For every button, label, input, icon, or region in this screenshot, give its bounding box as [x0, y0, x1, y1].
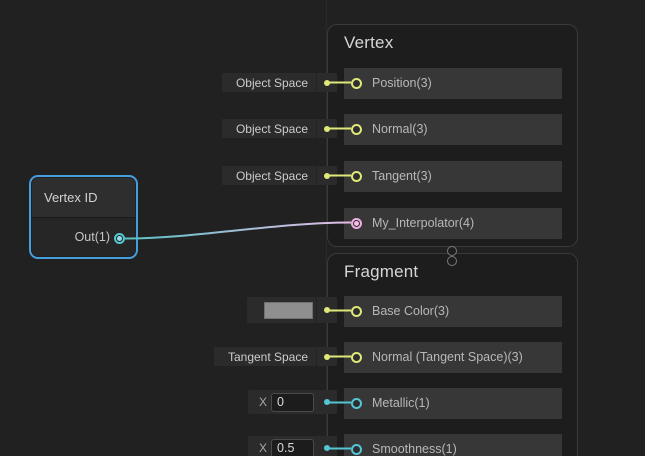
chip-connector	[317, 390, 337, 414]
row-label: Smoothness(1)	[344, 434, 562, 456]
connected-port-dot	[117, 236, 122, 241]
dropdown-label: Object Space	[222, 169, 316, 183]
connector-dot-icon	[324, 80, 330, 86]
base-color-input-port[interactable]	[351, 306, 362, 317]
vertex-row-position[interactable]: Position(3)	[344, 68, 562, 99]
normal-space-dropdown[interactable]: Object Space	[222, 119, 337, 138]
x-component-label: X	[259, 395, 267, 409]
metallic-value-chip: X 0	[248, 390, 337, 414]
connector-dot-icon	[324, 173, 330, 179]
chip-connector	[316, 73, 337, 92]
dropdown-label: Object Space	[222, 76, 316, 90]
connector-dot-icon	[324, 307, 330, 313]
row-label: Tangent(3)	[344, 161, 562, 192]
dropdown-label: Tangent Space	[214, 350, 316, 364]
fragment-row-metallic[interactable]: Metallic(1)	[344, 388, 562, 419]
fragment-context-block[interactable]: Fragment Base Color(3) Normal (Tangent S…	[327, 253, 578, 456]
dropdown-label: Object Space	[222, 122, 316, 136]
node-title: Vertex ID	[44, 190, 97, 205]
vertex-row-tangent[interactable]: Tangent(3)	[344, 161, 562, 192]
row-label: My_Interpolator(4)	[344, 208, 562, 239]
color-swatch[interactable]	[264, 302, 313, 319]
chip-connector	[316, 166, 337, 185]
connector-dot-icon	[324, 354, 330, 360]
vertex-id-node[interactable]: Vertex ID Out(1)	[32, 178, 135, 256]
row-label: Position(3)	[344, 68, 562, 99]
node-titlebar[interactable]: Vertex ID	[32, 178, 135, 218]
smoothness-input-port[interactable]	[351, 444, 362, 455]
tangent-space-dropdown[interactable]: Object Space	[222, 166, 337, 185]
row-label: Normal(3)	[344, 114, 562, 145]
position-input-port[interactable]	[351, 78, 362, 89]
block-divider-handle[interactable]	[447, 256, 457, 266]
chip-connector	[316, 347, 337, 366]
base-color-picker-chip[interactable]	[247, 297, 337, 323]
vertex-row-normal[interactable]: Normal(3)	[344, 114, 562, 145]
connector-dot-icon	[324, 399, 330, 405]
x-component-label: X	[259, 441, 267, 455]
edge-vertexid-to-interpolator[interactable]	[125, 223, 351, 239]
fragment-row-normal-tangent-space[interactable]: Normal (Tangent Space)(3)	[344, 342, 562, 373]
row-label: Normal (Tangent Space)(3)	[344, 342, 562, 373]
chip-connector	[316, 297, 337, 323]
shader-graph-canvas[interactable]: Vertex Position(3) Normal(3) Tangent(3) …	[0, 0, 645, 456]
out-port-label: Out(1)	[75, 230, 110, 244]
fragment-row-base-color[interactable]: Base Color(3)	[344, 296, 562, 327]
my-interpolator-input-port[interactable]	[351, 218, 362, 229]
fragment-block-title: Fragment	[344, 262, 418, 282]
row-label: Base Color(3)	[344, 296, 562, 327]
smoothness-value-chip: X 0.5	[248, 436, 337, 456]
vertex-id-out-port[interactable]	[114, 233, 125, 244]
normal-tangent-space-input-port[interactable]	[351, 352, 362, 363]
vertex-row-my-interpolator[interactable]: My_Interpolator(4)	[344, 208, 562, 239]
smoothness-value-input[interactable]: 0.5	[271, 439, 314, 456]
row-label: Metallic(1)	[344, 388, 562, 419]
metallic-value-input[interactable]: 0	[271, 393, 314, 412]
connector-dot-icon	[324, 126, 330, 132]
tangent-input-port[interactable]	[351, 171, 362, 182]
metallic-input-port[interactable]	[351, 398, 362, 409]
chip-connector	[316, 119, 337, 138]
normal-input-port[interactable]	[351, 124, 362, 135]
position-space-dropdown[interactable]: Object Space	[222, 73, 337, 92]
block-divider-handle[interactable]	[447, 246, 457, 256]
chip-connector	[317, 436, 337, 456]
fragment-row-smoothness[interactable]: Smoothness(1)	[344, 434, 562, 456]
vertex-block-title: Vertex	[344, 33, 393, 53]
connector-dot-icon	[324, 445, 330, 451]
normal-space-dropdown-fragment[interactable]: Tangent Space	[214, 347, 337, 366]
connected-port-dot	[354, 221, 359, 226]
vertex-context-block[interactable]: Vertex Position(3) Normal(3) Tangent(3) …	[327, 24, 578, 247]
